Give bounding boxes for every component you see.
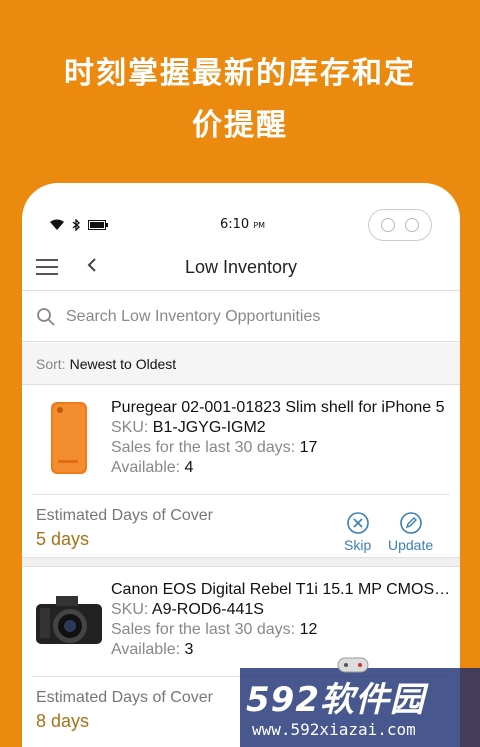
sales-value: 12 bbox=[299, 621, 318, 638]
phone-frame: 6:10 PM Low Inventory Sort: Newest to Ol… bbox=[22, 183, 460, 747]
status-icons bbox=[50, 219, 108, 231]
item-info: Canon EOS Digital Rebel T1i 15.1 MP CMOS… bbox=[111, 580, 451, 660]
sort-value[interactable]: Newest to Oldest bbox=[70, 356, 177, 372]
item-available-row: Available: 3 bbox=[111, 640, 451, 660]
cover-label: Estimated Days of Cover bbox=[36, 689, 213, 706]
phone-case-thumbnail bbox=[51, 402, 87, 474]
app-bar: Low Inventory bbox=[22, 243, 460, 291]
watermark: 592软件园 www.592xiazai.com bbox=[240, 657, 480, 747]
cover-label: Estimated Days of Cover bbox=[36, 507, 213, 524]
cover-value: 5 days bbox=[36, 529, 90, 549]
battery-icon bbox=[88, 220, 108, 230]
status-bar: 6:10 PM bbox=[22, 183, 460, 243]
search-input[interactable] bbox=[66, 307, 446, 326]
sales-label: Sales for the last 30 days: bbox=[111, 621, 296, 638]
search-bar[interactable] bbox=[22, 292, 460, 342]
sku-label: SKU: bbox=[111, 601, 149, 618]
sensor-icon bbox=[405, 218, 419, 232]
skip-label: Skip bbox=[344, 537, 372, 553]
item-details: Puregear 02-001-01823 Slim shell for iPh… bbox=[22, 386, 460, 494]
status-time-value: 6:10 bbox=[220, 217, 250, 232]
camera-lens-icon bbox=[381, 218, 395, 232]
wifi-icon bbox=[50, 219, 64, 230]
item-details: Canon EOS Digital Rebel T1i 15.1 MP CMOS… bbox=[22, 568, 460, 676]
list-divider bbox=[22, 557, 460, 567]
item-info: Puregear 02-001-01823 Slim shell for iPh… bbox=[111, 398, 451, 478]
sales-label: Sales for the last 30 days: bbox=[111, 439, 296, 456]
update-button[interactable]: Update bbox=[388, 511, 433, 553]
available-value: 4 bbox=[184, 459, 194, 476]
item-sales-row: Sales for the last 30 days: 17 bbox=[111, 438, 451, 458]
available-value: 3 bbox=[184, 641, 194, 658]
available-label: Available: bbox=[111, 641, 181, 658]
sort-label: Sort: bbox=[36, 355, 66, 372]
item-sku-row: SKU: A9-ROD6-441S bbox=[111, 600, 451, 620]
sku-label: SKU: bbox=[111, 419, 149, 436]
camera-cutout bbox=[368, 209, 432, 241]
promo-headline-line1: 时刻掌握最新的库存和定 bbox=[64, 56, 416, 91]
item-available-row: Available: 4 bbox=[111, 458, 451, 478]
item-sales-row: Sales for the last 30 days: 12 bbox=[111, 620, 451, 640]
sort-bar[interactable]: Sort: Newest to Oldest bbox=[22, 343, 460, 385]
promo-headline: 时刻掌握最新的库存和定 价提醒 bbox=[0, 48, 480, 152]
watermark-logo-text: 592软件园 bbox=[246, 680, 425, 720]
skip-icon bbox=[346, 512, 369, 534]
item-name: Puregear 02-001-01823 Slim shell for iPh… bbox=[111, 399, 445, 416]
skip-button[interactable]: Skip bbox=[344, 511, 371, 553]
watermark-url: www.592xiazai.com bbox=[252, 720, 416, 739]
item-cover-row: Estimated Days of Cover 5 days Skip Upda… bbox=[32, 494, 450, 566]
sku-value: A9-ROD6-441S bbox=[151, 601, 264, 618]
gamepad-icon bbox=[337, 657, 369, 673]
promo-headline-line2: 价提醒 bbox=[192, 108, 288, 143]
available-label: Available: bbox=[111, 459, 181, 476]
status-time-ampm: PM bbox=[253, 221, 266, 230]
bluetooth-icon bbox=[72, 219, 80, 231]
list-item[interactable]: Puregear 02-001-01823 Slim shell for iPh… bbox=[22, 386, 460, 566]
camera-thumbnail bbox=[36, 596, 102, 644]
search-icon bbox=[37, 307, 55, 326]
item-name: Canon EOS Digital Rebel T1i 15.1 MP CMOS… bbox=[111, 581, 451, 598]
edit-icon bbox=[399, 512, 422, 534]
update-label: Update bbox=[388, 537, 434, 553]
cover-value: 8 days bbox=[36, 711, 90, 731]
status-time: 6:10 PM bbox=[220, 217, 265, 232]
page-title: Low Inventory bbox=[184, 257, 298, 277]
sales-value: 17 bbox=[299, 439, 318, 456]
sku-value: B1-JGYG-IGM2 bbox=[152, 419, 266, 436]
item-sku-row: SKU: B1-JGYG-IGM2 bbox=[111, 418, 451, 438]
